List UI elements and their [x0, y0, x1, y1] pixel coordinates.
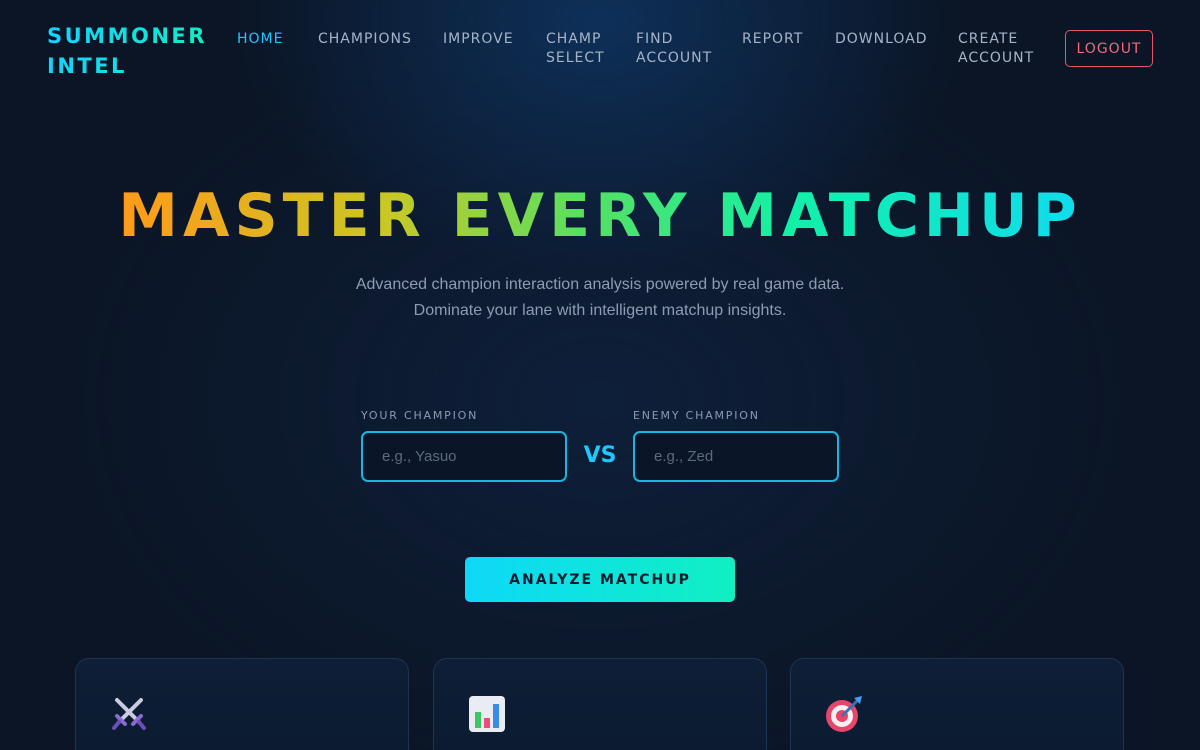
bar-chart-icon — [467, 694, 507, 734]
nav-report-label: REPORT — [742, 31, 804, 47]
nav-champ-select-line-1: CHAMP — [546, 31, 602, 47]
logout-button[interactable]: LOGOUT — [1065, 30, 1153, 67]
nav-find-account[interactable]: FIND ACCOUNT — [636, 30, 712, 68]
nav-home-label: HOME — [237, 31, 284, 47]
hero-subtitle-line-1: Advanced champion interaction analysis p… — [355, 276, 845, 293]
nav-champ-select[interactable]: CHAMP SELECT — [546, 30, 605, 68]
your-champion-input[interactable] — [361, 431, 567, 482]
analyze-matchup-button[interactable]: ANALYZE MATCHUP — [465, 557, 735, 602]
nav-create-account[interactable]: CREATE ACCOUNT — [958, 30, 1034, 68]
your-champion-label: YOUR CHAMPION — [361, 409, 479, 422]
nav-champions-label: CHAMPIONS — [318, 31, 412, 47]
nav-report[interactable]: REPORT — [742, 30, 803, 49]
nav-home[interactable]: HOME — [237, 30, 283, 49]
feature-card-stats — [433, 658, 767, 750]
nav-improve[interactable]: IMPROVE — [443, 30, 514, 49]
logo-line-1: SUMMONER — [47, 24, 207, 48]
nav-improve-label: IMPROVE — [443, 31, 514, 47]
hero-title: MASTER EVERY MATCHUP — [0, 178, 1200, 254]
nav-create-account-line-2: ACCOUNT — [958, 50, 1035, 66]
nav-download[interactable]: DOWNLOAD — [835, 30, 928, 49]
hero-subtitle-line-2: Dominate your lane with intelligent matc… — [413, 302, 787, 319]
nav-find-account-line-2: ACCOUNT — [636, 50, 713, 66]
feature-card-matchups — [75, 658, 409, 750]
nav-download-label: DOWNLOAD — [835, 31, 928, 47]
logo-line-2: INTEL — [47, 54, 127, 78]
logo[interactable]: SUMMONER INTEL — [47, 21, 222, 81]
crossed-swords-icon — [109, 694, 149, 734]
nav-champ-select-line-2: SELECT — [546, 50, 605, 66]
nav-create-account-line-1: CREATE — [958, 31, 1019, 47]
vs-label: VS — [583, 443, 617, 468]
target-icon — [824, 694, 864, 734]
enemy-champion-label: ENEMY CHAMPION — [633, 409, 760, 422]
feature-card-target — [790, 658, 1124, 750]
enemy-champion-input[interactable] — [633, 431, 839, 482]
top-navbar: SUMMONER INTEL HOME CHAMPIONS IMPROVE CH… — [0, 0, 1200, 100]
hero-title-text: MASTER EVERY MATCHUP — [118, 181, 1082, 251]
nav-find-account-line-1: FIND — [636, 31, 674, 47]
nav-champions[interactable]: CHAMPIONS — [318, 30, 412, 49]
